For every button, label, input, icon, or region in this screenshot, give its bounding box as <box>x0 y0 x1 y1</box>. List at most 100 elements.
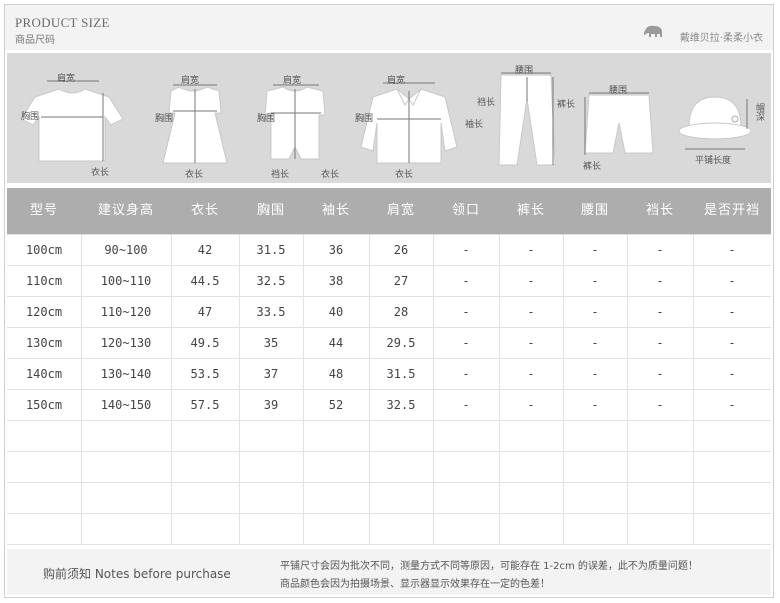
label-chest: 胸围 <box>155 114 174 124</box>
table-row: 150cm 140~150 57.5 39 52 32.5 - - - - - <box>7 390 771 421</box>
table-cell: 120cm <box>25 305 63 319</box>
table-cell: 37 <box>263 367 279 381</box>
table-cell: - <box>728 367 736 381</box>
table-cell: 38 <box>328 274 344 288</box>
label-length: 衣长 <box>91 168 110 178</box>
notes-line-2: 商品颜色会因为拍摄场景、显示器显示效果存在一定的色差！ <box>280 579 550 590</box>
size-chart-card: PRODUCT SIZE 商品尺码 戴维贝拉·柔柔小衣 肩宽 胸围 衣长 肩宽 … <box>4 4 774 598</box>
column-header: 裤长 <box>516 203 545 218</box>
table-cell: - <box>656 398 664 412</box>
garment-shorts: 腰围 裤长 <box>579 73 671 179</box>
label-length: 衣长 <box>185 170 204 180</box>
label-length: 衣长 <box>321 170 340 180</box>
garment-diagram-strip: 肩宽 胸围 衣长 肩宽 胸围 衣长 肩宽 胸围 裆长 衣长 肩宽 胸围 袖长 衣… <box>7 53 771 183</box>
table-row: 140cm 130~140 53.5 37 48 31.5 - - - - - <box>7 359 771 390</box>
label-flat-length: 平铺长度 <box>695 156 732 166</box>
table-cell: 36 <box>328 243 344 257</box>
title-chinese: 商品尺码 <box>15 35 55 46</box>
table-cell: - <box>656 367 664 381</box>
table-cell: 140cm <box>25 367 63 381</box>
label-chest: 胸围 <box>21 112 40 122</box>
table-cell: 44 <box>328 336 344 350</box>
column-header: 袖长 <box>321 203 350 218</box>
table-cell: 47 <box>197 305 213 319</box>
table-cell: - <box>527 398 535 412</box>
table-cell: - <box>728 398 736 412</box>
pants-icon <box>498 72 556 166</box>
garment-romper: 肩宽 胸围 裆长 衣长 <box>257 67 347 180</box>
column-header: 衣长 <box>190 203 219 218</box>
column-header: 肩宽 <box>386 203 415 218</box>
table-cell: 100~110 <box>100 274 152 288</box>
table-cell: - <box>728 274 736 288</box>
label-shoulder: 肩宽 <box>181 76 200 86</box>
column-header: 是否开裆 <box>703 203 760 218</box>
label-shorts-length: 裤长 <box>583 162 602 172</box>
row-divider <box>7 544 771 545</box>
column-header: 领口 <box>451 203 480 218</box>
brand-name: 戴维贝拉·柔柔小衣 <box>679 33 763 44</box>
table-cell: 130cm <box>25 336 63 350</box>
table-cell: 40 <box>328 305 344 319</box>
size-table-header: 型号 建议身高 衣长 胸围 袖长 肩宽 领口 裤长 腰围 裆长 是否开裆 <box>7 188 771 234</box>
table-cell: 110cm <box>25 274 63 288</box>
table-cell: - <box>728 305 736 319</box>
garment-dress: 肩宽 胸围 衣长 <box>155 67 245 180</box>
size-table-body: 100cm 90~100 42 31.5 36 26 - - - - - 110cm 100~110 44… <box>7 234 771 545</box>
table-cell: 28 <box>393 305 409 319</box>
table-cell: - <box>591 336 599 350</box>
table-cell: 52 <box>328 398 344 412</box>
table-cell: 110~120 <box>100 305 152 319</box>
label-rise: 裆长 <box>477 98 496 108</box>
label-hat-depth: 帽深 <box>754 103 764 121</box>
table-cell: - <box>591 398 599 412</box>
garment-jacket: 肩宽 胸围 袖长 衣长 <box>353 67 483 180</box>
notes-section: 购前须知 Notes before purchase 平铺尺寸会因为批次不同，测… <box>7 549 771 595</box>
header-bar: PRODUCT SIZE 商品尺码 戴维贝拉·柔柔小衣 <box>5 5 773 50</box>
table-cell: - <box>728 243 736 257</box>
label-chest: 胸围 <box>355 114 374 124</box>
label-rise: 裆长 <box>271 170 290 180</box>
column-header: 型号 <box>29 203 58 218</box>
table-cell: 130~140 <box>100 367 152 381</box>
label-shoulder: 肩宽 <box>57 74 76 84</box>
table-cell: 53.5 <box>190 367 220 381</box>
table-cell: - <box>462 274 470 288</box>
table-cell: 49.5 <box>190 336 220 350</box>
table-cell: 48 <box>328 367 344 381</box>
table-cell: - <box>462 367 470 381</box>
table-cell: 33.5 <box>256 305 286 319</box>
garment-pants: 腰围 裆长 裤长 <box>477 61 577 179</box>
table-cell: - <box>728 336 736 350</box>
table-cell: 32.5 <box>256 274 286 288</box>
table-cell: 42 <box>197 243 213 257</box>
table-row: 100cm 90~100 42 31.5 36 26 - - - - - <box>7 235 771 266</box>
column-header: 裆长 <box>645 203 674 218</box>
table-row: 120cm 110~120 47 33.5 40 28 - - - - - <box>7 297 771 328</box>
table-cell: - <box>527 274 535 288</box>
label-waist: 腰围 <box>609 86 628 96</box>
row-divider <box>7 513 771 514</box>
table-cell: - <box>591 243 599 257</box>
table-cell: 31.5 <box>386 367 416 381</box>
label-pants-length: 裤长 <box>557 100 576 110</box>
column-header: 腰围 <box>580 203 609 218</box>
label-chest: 胸围 <box>257 114 276 124</box>
table-cell: - <box>527 305 535 319</box>
table-cell: 140~150 <box>100 398 152 412</box>
table-cell: - <box>591 367 599 381</box>
elephant-icon <box>644 25 662 37</box>
notes-title: 购前须知 Notes before purchase <box>43 567 231 581</box>
table-cell: - <box>656 274 664 288</box>
tshirt-icon <box>20 80 124 162</box>
notes-line-1: 平铺尺寸会因为批次不同，测量方式不同等原因，可能存在 1-2cm 的误差，此不为… <box>280 561 698 572</box>
label-shoulder: 肩宽 <box>387 76 406 86</box>
table-cell: - <box>462 243 470 257</box>
table-cell: 29.5 <box>386 336 416 350</box>
row-divider <box>7 451 771 452</box>
table-cell: 120~130 <box>100 336 152 350</box>
table-row: 110cm 100~110 44.5 32.5 38 27 - - - - - <box>7 266 771 297</box>
table-cell: 100cm <box>25 243 63 257</box>
table-cell: - <box>656 336 664 350</box>
row-divider <box>7 482 771 483</box>
